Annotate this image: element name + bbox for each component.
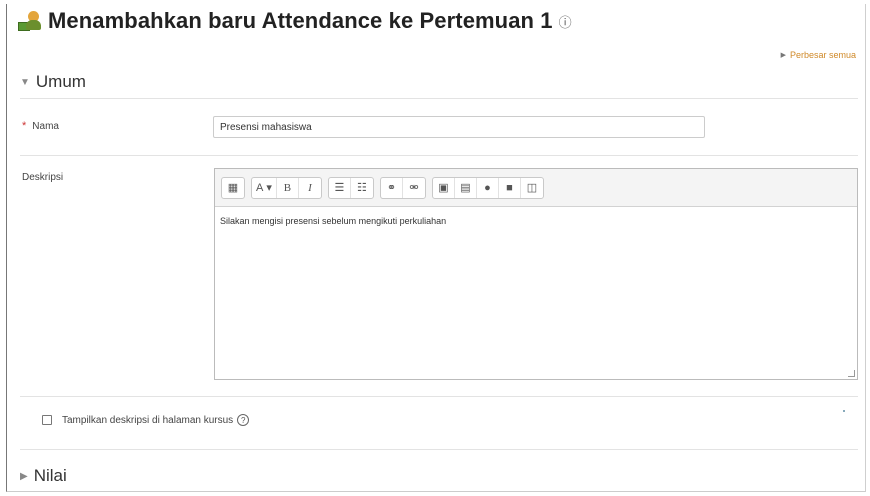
editor-text[interactable]: Silakan mengisi presensi sebelum mengiku… [220,216,446,226]
divider [20,396,858,397]
divider [20,449,858,450]
divider [20,155,858,156]
media-icon[interactable]: ▤ [455,177,477,198]
expand-all-label[interactable]: Perbesar semua [790,50,856,60]
section-nilai-header[interactable]: ▶ Nilai [20,466,67,486]
page-title: Menambahkan baru Attendance ke Pertemuan… [48,8,553,33]
expand-triangle-icon: ▶ [780,52,786,59]
expand-all-link[interactable]: ▶ Perbesar semua [781,50,856,60]
nama-input[interactable] [213,116,705,138]
font-style-button[interactable]: A ▾ [252,177,277,198]
record-audio-icon[interactable]: ● [477,177,499,198]
section-nilai-label[interactable]: Nilai [34,466,67,486]
resize-handle[interactable] [848,370,855,377]
editor-content[interactable]: Silakan mengisi presensi sebelum mengiku… [215,207,857,379]
editor-toolbar: ▦ A ▾ B I ☰ ☷ ⚭ ⚮ ▣ ▤ ● ■ ◫ [215,169,857,207]
unlink-icon[interactable]: ⚮ [403,178,425,198]
show-description-checkbox[interactable] [42,415,52,425]
bold-button[interactable]: B [277,177,299,198]
page-header: Menambahkan baru Attendance ke Pertemuan… [18,8,572,34]
show-more-buttons-icon[interactable]: ▦ [222,178,244,198]
show-description-row: Tampilkan deskripsi di halaman kursus ? [42,414,250,426]
decorative-dot [843,410,845,412]
section-umum-label[interactable]: Umum [36,72,86,92]
image-icon[interactable]: ▣ [433,177,455,198]
required-icon: * [22,120,27,132]
italic-button[interactable]: I [299,178,321,198]
manage-files-icon[interactable]: ◫ [521,178,543,198]
deskripsi-label: Deskripsi [22,172,64,183]
collapse-caret-icon: ▼ [20,76,30,88]
section-umum-header[interactable]: ▼ Umum [20,72,86,92]
expand-caret-icon: ▶ [20,470,28,482]
help-icon[interactable]: ? [237,414,250,426]
divider [20,98,858,99]
link-icon[interactable]: ⚭ [381,177,403,198]
ordered-list-icon[interactable]: ☷ [351,178,373,198]
show-description-label[interactable]: Tampilkan deskripsi di halaman kursus [62,415,233,426]
attendance-icon [18,9,42,33]
deskripsi-editor[interactable]: ▦ A ▾ B I ☰ ☷ ⚭ ⚮ ▣ ▤ ● ■ ◫ Silakan meng… [214,168,858,380]
nama-label: * Nama [22,120,59,132]
record-video-icon[interactable]: ■ [499,177,521,198]
help-icon[interactable]: ⓘ [559,12,572,31]
unordered-list-icon[interactable]: ☰ [329,177,351,198]
